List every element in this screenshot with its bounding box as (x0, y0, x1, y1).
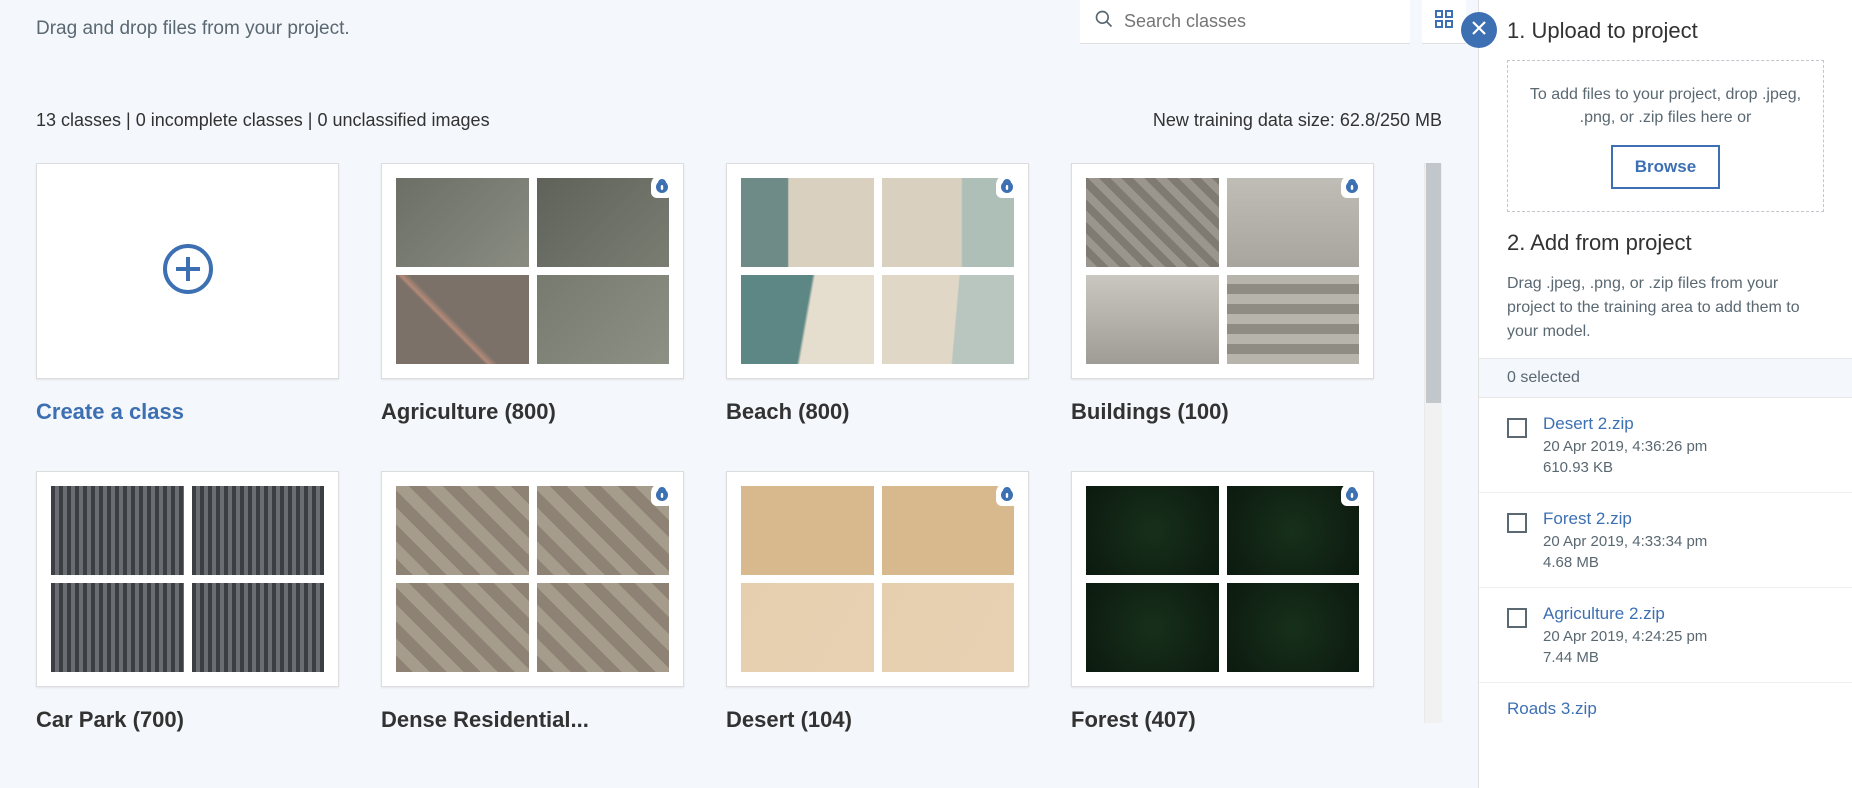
side-panel: 1. Upload to project To add files to you… (1478, 0, 1852, 788)
class-thumb (1227, 583, 1360, 672)
close-panel-button[interactable] (1461, 12, 1497, 48)
class-card[interactable]: Car Park (700) (36, 471, 339, 733)
grid-icon (1435, 10, 1453, 33)
class-card[interactable]: Dense Residential... (381, 471, 684, 733)
file-size: 4.68 MB (1543, 554, 1824, 571)
file-name: Agriculture 2.zip (1543, 604, 1824, 624)
file-date: 20 Apr 2019, 4:33:34 pm (1543, 533, 1824, 550)
file-size: 610.93 KB (1543, 459, 1824, 476)
class-thumb (1227, 486, 1360, 575)
class-thumb (882, 178, 1015, 267)
scrollbar[interactable]: ▲ (1424, 163, 1442, 723)
negative-badge-icon (651, 174, 673, 198)
dropzone-text: To add files to your project, drop .jpeg… (1526, 83, 1805, 129)
class-card[interactable]: Agriculture (800) (381, 163, 684, 425)
file-checkbox[interactable] (1507, 513, 1527, 533)
class-thumb (51, 486, 184, 575)
class-card-title: Agriculture (800) (381, 399, 684, 425)
class-thumb (1227, 275, 1360, 364)
class-card[interactable]: Buildings (100) (1071, 163, 1374, 425)
class-thumb (741, 583, 874, 672)
file-size: 7.44 MB (1543, 649, 1824, 666)
file-name: Roads 3.zip (1507, 699, 1824, 719)
class-thumb (537, 486, 670, 575)
class-thumb-frame (1071, 163, 1374, 379)
class-thumb (1227, 178, 1360, 267)
search-box[interactable] (1080, 0, 1410, 44)
negative-badge-icon (1341, 174, 1363, 198)
class-card-title: Beach (800) (726, 399, 1029, 425)
class-thumb (537, 583, 670, 672)
class-card-title: Desert (104) (726, 707, 1029, 733)
class-thumb-frame (726, 471, 1029, 687)
negative-badge-icon (651, 482, 673, 506)
upload-section-title: 1. Upload to project (1507, 18, 1824, 44)
file-name: Desert 2.zip (1543, 414, 1824, 434)
file-checkbox[interactable] (1507, 418, 1527, 438)
class-thumb (51, 583, 184, 672)
grid-view-toggle[interactable] (1422, 0, 1466, 44)
search-icon (1094, 9, 1114, 34)
file-row[interactable]: Agriculture 2.zip 20 Apr 2019, 4:24:25 pm… (1479, 588, 1852, 683)
class-thumb (882, 583, 1015, 672)
class-thumb-frame (381, 471, 684, 687)
negative-badge-icon (996, 174, 1018, 198)
class-thumb (396, 486, 529, 575)
class-thumb (741, 486, 874, 575)
negative-badge-icon (996, 482, 1018, 506)
class-thumb (1086, 583, 1219, 672)
class-thumb (192, 583, 325, 672)
class-card-title: Dense Residential... (381, 707, 684, 733)
file-row[interactable]: Forest 2.zip 20 Apr 2019, 4:33:34 pm 4.68 … (1479, 493, 1852, 588)
class-thumb (1086, 275, 1219, 364)
class-thumb (396, 275, 529, 364)
class-card[interactable]: Beach (800) (726, 163, 1029, 425)
class-cards-grid: Create a class Agriculture (800) Beach (8… (36, 163, 1416, 733)
plus-circle-icon (161, 242, 215, 301)
negative-badge-icon (1341, 482, 1363, 506)
class-thumb (1086, 486, 1219, 575)
add-section-title: 2. Add from project (1507, 230, 1824, 256)
class-card-title: Buildings (100) (1071, 399, 1374, 425)
toolbar (1080, 0, 1466, 44)
scrollbar-thumb[interactable] (1426, 163, 1441, 403)
class-thumb (396, 583, 529, 672)
class-thumb (192, 486, 325, 575)
file-checkbox[interactable] (1507, 608, 1527, 628)
create-class-card[interactable]: Create a class (36, 163, 339, 425)
class-thumb (882, 275, 1015, 364)
add-section-description: Drag .jpeg, .png, or .zip files from you… (1507, 272, 1824, 344)
class-thumb (537, 275, 670, 364)
class-card[interactable]: Desert (104) (726, 471, 1029, 733)
stats-left: 13 classes | 0 incomplete classes | 0 un… (36, 110, 490, 131)
close-icon (1471, 20, 1487, 41)
class-thumb-frame (381, 163, 684, 379)
class-card-title: Car Park (700) (36, 707, 339, 733)
stats-row: 13 classes | 0 incomplete classes | 0 un… (36, 110, 1442, 131)
stats-right: New training data size: 62.8/250 MB (1153, 110, 1442, 131)
class-card[interactable]: Forest (407) (1071, 471, 1374, 733)
class-card-title: Forest (407) (1071, 707, 1374, 733)
file-row[interactable]: Roads 3.zip (1479, 683, 1852, 719)
create-class-label: Create a class (36, 399, 339, 425)
class-thumb (741, 178, 874, 267)
main-area: Drag and drop files from your project. 1… (0, 0, 1478, 788)
class-thumb-frame (1071, 471, 1374, 687)
file-date: 20 Apr 2019, 4:36:26 pm (1543, 438, 1824, 455)
browse-button[interactable]: Browse (1611, 145, 1720, 189)
class-thumb (1086, 178, 1219, 267)
class-thumb-frame (36, 471, 339, 687)
file-date: 20 Apr 2019, 4:24:25 pm (1543, 628, 1824, 645)
class-thumb (741, 275, 874, 364)
class-thumb-frame (726, 163, 1029, 379)
file-row[interactable]: Desert 2.zip 20 Apr 2019, 4:36:26 pm 610.9… (1479, 398, 1852, 493)
project-file-list: Desert 2.zip 20 Apr 2019, 4:36:26 pm 610.9… (1479, 398, 1852, 719)
class-thumb (882, 486, 1015, 575)
file-name: Forest 2.zip (1543, 509, 1824, 529)
class-thumb (537, 178, 670, 267)
selected-count-bar: 0 selected (1479, 358, 1852, 398)
search-input[interactable] (1124, 11, 1396, 32)
class-thumb (396, 178, 529, 267)
upload-dropzone[interactable]: To add files to your project, drop .jpeg… (1507, 60, 1824, 212)
